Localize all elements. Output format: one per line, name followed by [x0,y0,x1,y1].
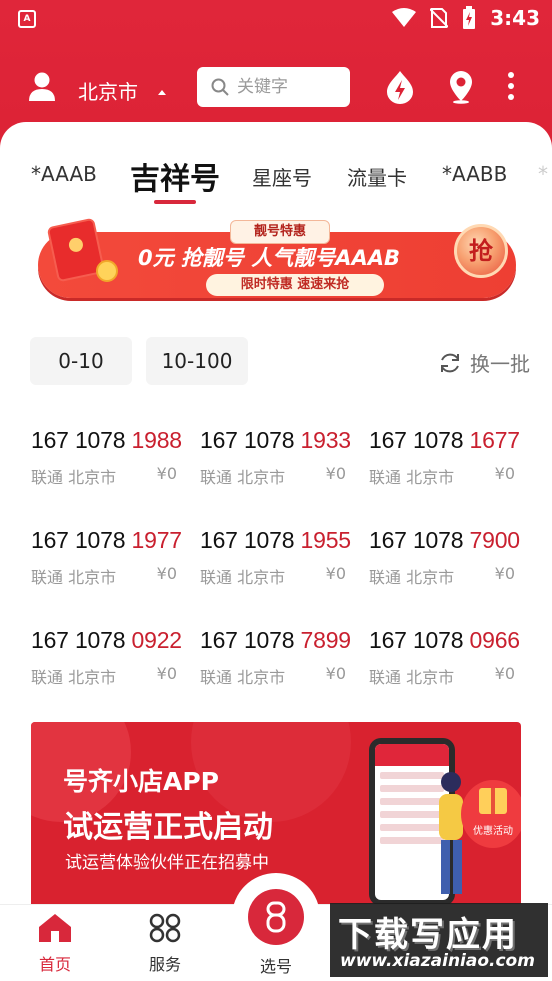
tab-home-label: 首页 [38,955,71,974]
range-chip-0-10[interactable]: 0-10 [30,337,132,385]
status-icons: 3:43 [392,6,540,30]
tab-aaab[interactable]: *AAAB [31,162,97,186]
number-item[interactable]: 167 1078 1933 联通 北京市 ¥0 [200,427,360,487]
refresh-button[interactable]: 换一批 [438,348,530,377]
phone-number: 167 1078 0966 [369,627,520,653]
price: ¥0 [325,464,346,483]
number-meta: 联通 北京市 ¥0 [200,564,346,587]
number-meta: 联通 北京市 ¥0 [369,564,515,587]
phone-number: 167 1078 0922 [31,627,182,653]
flame-bolt-icon[interactable] [386,70,414,104]
status-time: 3:43 [490,6,540,30]
phone-number: 167 1078 1933 [200,427,351,453]
number-item[interactable]: 167 1078 1955 联通 北京市 ¥0 [200,527,360,587]
number-item[interactable]: 167 1078 1677 联通 北京市 ¥0 [369,427,529,487]
location-pin-icon[interactable] [448,70,474,104]
watermark-url: www.xiazainiao.com [340,951,535,971]
refresh-label: 换一批 [470,352,530,376]
number-meta: 联通 北京市 ¥0 [31,564,177,587]
tab-service-label: 服务 [148,955,181,974]
watermark: 下载写应用 www.xiazainiao.com [330,903,548,977]
price: ¥0 [325,664,346,683]
search-box[interactable] [197,67,350,107]
price: ¥0 [494,464,515,483]
home-icon [39,914,71,942]
phone-number: 167 1078 7899 [200,627,351,653]
price: ¥0 [156,464,177,483]
banner-headline: 0元 抢靓号 人气靓号AAAB [138,246,400,270]
special-offer-label: 优惠活动 [473,826,513,837]
no-sim-icon [430,8,449,28]
price: ¥0 [156,564,177,583]
tab-data-card[interactable]: 流量卡 [347,162,407,191]
tab-home[interactable]: 首页 [20,913,90,975]
tab-constellation[interactable]: 星座号 [252,162,312,191]
wifi-icon [392,8,417,27]
grab-button[interactable]: 抢 [454,224,508,278]
battery-charging-icon [463,6,476,29]
app-notification-icon: A [18,10,36,28]
phone-number: 167 1078 1988 [31,427,182,453]
promo-banner[interactable]: 靓号特惠 0元 抢靓号 人气靓号AAAB 限时特惠 速速来抢 抢 [38,217,516,302]
phone-number: 167 1078 1677 [369,427,520,453]
category-tabs: *AAAB 吉祥号 星座号 流量卡 *AABB * [0,150,552,210]
more-vertical-icon[interactable] [506,70,516,102]
header: 北京市 [0,60,552,116]
caret-up-icon[interactable] [158,90,166,95]
coin-icon [96,260,118,282]
tab-more-hint[interactable]: * [538,162,548,186]
grid-icon [149,913,181,943]
status-bar: A 3:43 [0,0,552,38]
tab-aabb[interactable]: *AABB [442,162,507,186]
promo-headline: 试运营正式启动 [63,810,273,845]
refresh-icon [441,353,459,372]
search-icon [211,78,229,96]
tab-service[interactable]: 服务 [130,913,200,975]
user-icon[interactable] [28,72,56,102]
select-number-label[interactable]: 选号 [246,953,306,977]
select-number-button[interactable] [232,873,320,961]
promo-title: 号齐小店APP [63,767,219,796]
search-input[interactable] [237,77,337,97]
price: ¥0 [494,564,515,583]
number-meta: 联通 北京市 ¥0 [31,464,177,487]
promo-subtitle: 试运营体验伙伴正在招募中 [65,853,269,873]
number-meta: 联通 北京市 ¥0 [369,664,515,687]
number-item[interactable]: 167 1078 0922 联通 北京市 ¥0 [31,627,191,687]
watermark-title: 下载写应用 [338,915,518,955]
special-offer-badge[interactable]: 优惠活动 [461,780,521,848]
number-meta: 联通 北京市 ¥0 [31,664,177,687]
filter-bar: 0-10 10-100 换一批 [30,337,530,385]
gift-icon [479,788,507,814]
number-meta: 联通 北京市 ¥0 [369,464,515,487]
phone-number: 167 1078 7900 [369,527,520,553]
city-selector[interactable]: 北京市 [78,76,138,105]
tab-lucky-number[interactable]: 吉祥号 [130,154,220,198]
number-item[interactable]: 167 1078 1988 联通 北京市 ¥0 [31,427,191,487]
number-item[interactable]: 167 1078 1977 联通 北京市 ¥0 [31,527,191,587]
number-item[interactable]: 167 1078 0966 联通 北京市 ¥0 [369,627,529,687]
select-number-icon [248,889,304,945]
phone-number: 167 1078 1977 [31,527,182,553]
price: ¥0 [325,564,346,583]
number-meta: 联通 北京市 ¥0 [200,664,346,687]
price: ¥0 [156,664,177,683]
number-item[interactable]: 167 1078 7899 联通 北京市 ¥0 [200,627,360,687]
phone-number: 167 1078 1955 [200,527,351,553]
banner-tag: 靓号特惠 [230,220,330,244]
active-tab-indicator [154,200,196,204]
price: ¥0 [494,664,515,683]
number-item[interactable]: 167 1078 7900 联通 北京市 ¥0 [369,527,529,587]
number-meta: 联通 北京市 ¥0 [200,464,346,487]
banner-subline: 限时特惠 速速来抢 [206,274,384,296]
range-chip-10-100[interactable]: 10-100 [146,337,248,385]
